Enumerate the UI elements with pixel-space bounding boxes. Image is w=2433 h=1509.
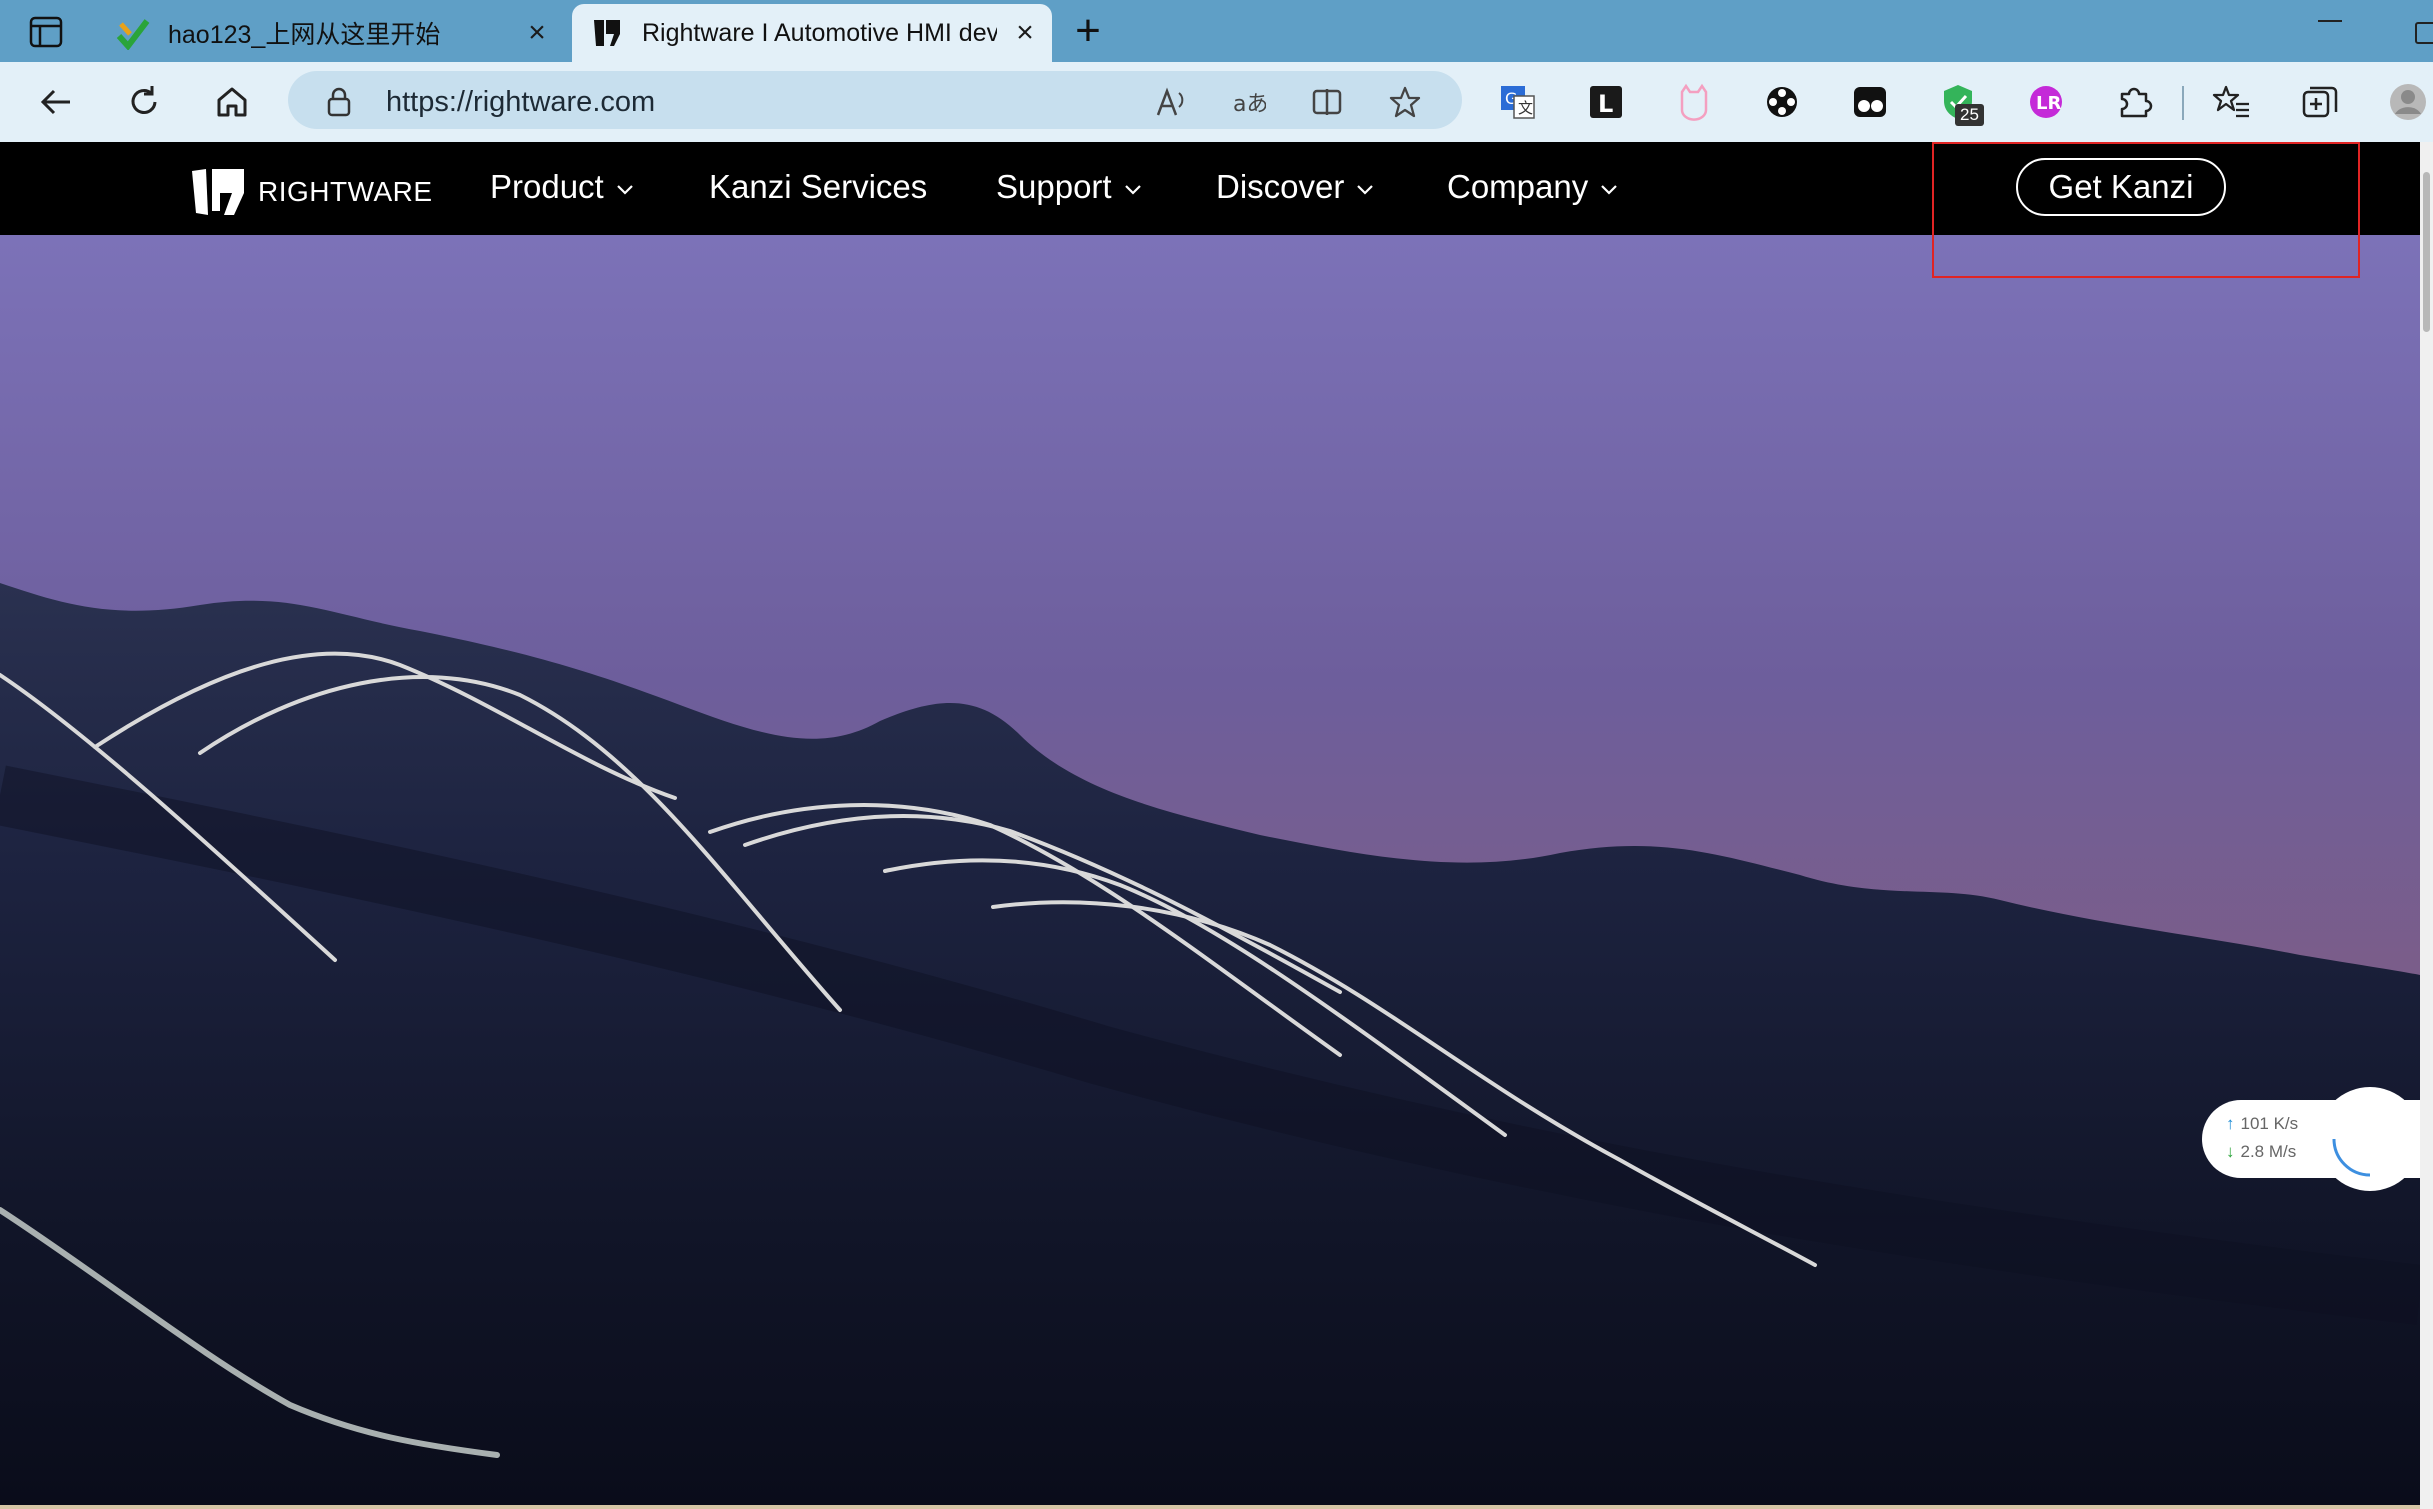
purple-ext-icon[interactable]: LR (2026, 82, 2066, 122)
nav-support[interactable]: Support (996, 168, 1142, 206)
rightware-favicon-icon (594, 20, 620, 46)
svg-text:文: 文 (1518, 99, 1533, 117)
favorite-star-icon[interactable] (1388, 85, 1422, 119)
hero-image (0, 235, 2420, 1509)
ring-arc (2332, 1138, 2371, 1177)
collections-icon[interactable] (2300, 82, 2340, 122)
read-aloud-icon[interactable] (1154, 85, 1188, 119)
restore-icon[interactable] (2415, 22, 2433, 44)
scroll-thumb[interactable] (2423, 172, 2430, 332)
browser-toolbar: https://rightware.com aあ G 文 L 25 LR (0, 62, 2433, 142)
extension-badge: 25 (1955, 104, 1984, 126)
download-speed-value: 2.8 M/s (2240, 1142, 2297, 1161)
svg-text:L: L (1598, 90, 1613, 118)
rightware-logo[interactable]: RIGHTWARE (190, 168, 433, 216)
translate-ext-icon[interactable]: G 文 (1498, 82, 1538, 122)
tab-rightware[interactable]: Rightware I Automotive HMI dev × (572, 4, 1052, 62)
tab-close-icon[interactable]: × (1012, 18, 1038, 48)
tab-hao123[interactable]: hao123_上网从这里开始 × (98, 4, 564, 62)
tab-title: hao123_上网从这里开始 (168, 21, 441, 49)
nav-label: Company (1447, 168, 1589, 205)
nav-label: Product (490, 168, 604, 205)
download-arrow-icon: ↓ (2226, 1142, 2235, 1161)
chevron-down-icon (1601, 185, 1618, 195)
profile-icon[interactable] (2388, 82, 2428, 122)
address-bar[interactable]: https://rightware.com aあ (288, 71, 1462, 129)
tab-actions-icon[interactable] (28, 14, 66, 50)
nav-label: Support (996, 168, 1112, 205)
toolbar-divider (2182, 86, 2184, 120)
nav-product[interactable]: Product (490, 168, 634, 206)
nav-kanzi-services[interactable]: Kanzi Services (709, 168, 927, 206)
url-text[interactable]: https://rightware.com (386, 86, 655, 119)
logo-text: RIGHTWARE (258, 176, 433, 207)
download-speed: ↓ 2.8 M/s (2226, 1142, 2296, 1162)
chevron-down-icon (1124, 185, 1141, 195)
page-scrollbar[interactable] (2420, 142, 2433, 1509)
translate-icon[interactable]: aあ (1232, 85, 1266, 119)
hao123-favicon-icon (116, 19, 150, 50)
bottom-edge (0, 1505, 2420, 1509)
refresh-icon[interactable] (124, 82, 164, 122)
upload-speed: ↑ 101 K/s (2226, 1114, 2298, 1134)
upload-speed-value: 101 K/s (2240, 1114, 2299, 1133)
lock-icon[interactable] (322, 85, 356, 119)
split-screen-icon[interactable] (1310, 85, 1344, 119)
web-page: RIGHTWARE Product Kanzi Services Support… (0, 142, 2420, 1509)
cat-ext-icon[interactable] (1674, 82, 1714, 122)
svg-text:LR: LR (2036, 93, 2061, 114)
l-ext-icon[interactable]: L (1586, 82, 1626, 122)
svg-text:aあ: aあ (1233, 92, 1266, 117)
back-icon[interactable] (36, 82, 76, 122)
speed-ring-icon[interactable] (2318, 1087, 2422, 1191)
chevron-down-icon (1357, 185, 1374, 195)
tab-title: Rightware I Automotive HMI dev (642, 18, 997, 47)
rightware-logo-icon (192, 169, 244, 215)
glasses-ext-icon[interactable] (1850, 82, 1890, 122)
upload-arrow-icon: ↑ (2226, 1114, 2235, 1133)
film-ext-icon[interactable] (1762, 82, 1802, 122)
nav-label: Discover (1216, 168, 1345, 205)
hero-landscape (0, 235, 2420, 1509)
nav-company[interactable]: Company (1447, 168, 1618, 206)
extensions-puzzle-icon[interactable] (2114, 82, 2154, 122)
nav-discover[interactable]: Discover (1216, 168, 1374, 206)
new-tab-button[interactable]: + (1068, 9, 1108, 53)
home-icon[interactable] (212, 82, 252, 122)
favorites-icon[interactable] (2212, 82, 2252, 122)
nav-label: Kanzi Services (709, 168, 928, 205)
minimize-icon[interactable] (2318, 20, 2342, 22)
highlight-box (1932, 142, 2360, 278)
tab-strip: hao123_上网从这里开始 × Rightware I Automotive … (0, 0, 2433, 62)
tab-close-icon[interactable]: × (524, 18, 550, 48)
chevron-down-icon (616, 185, 633, 195)
